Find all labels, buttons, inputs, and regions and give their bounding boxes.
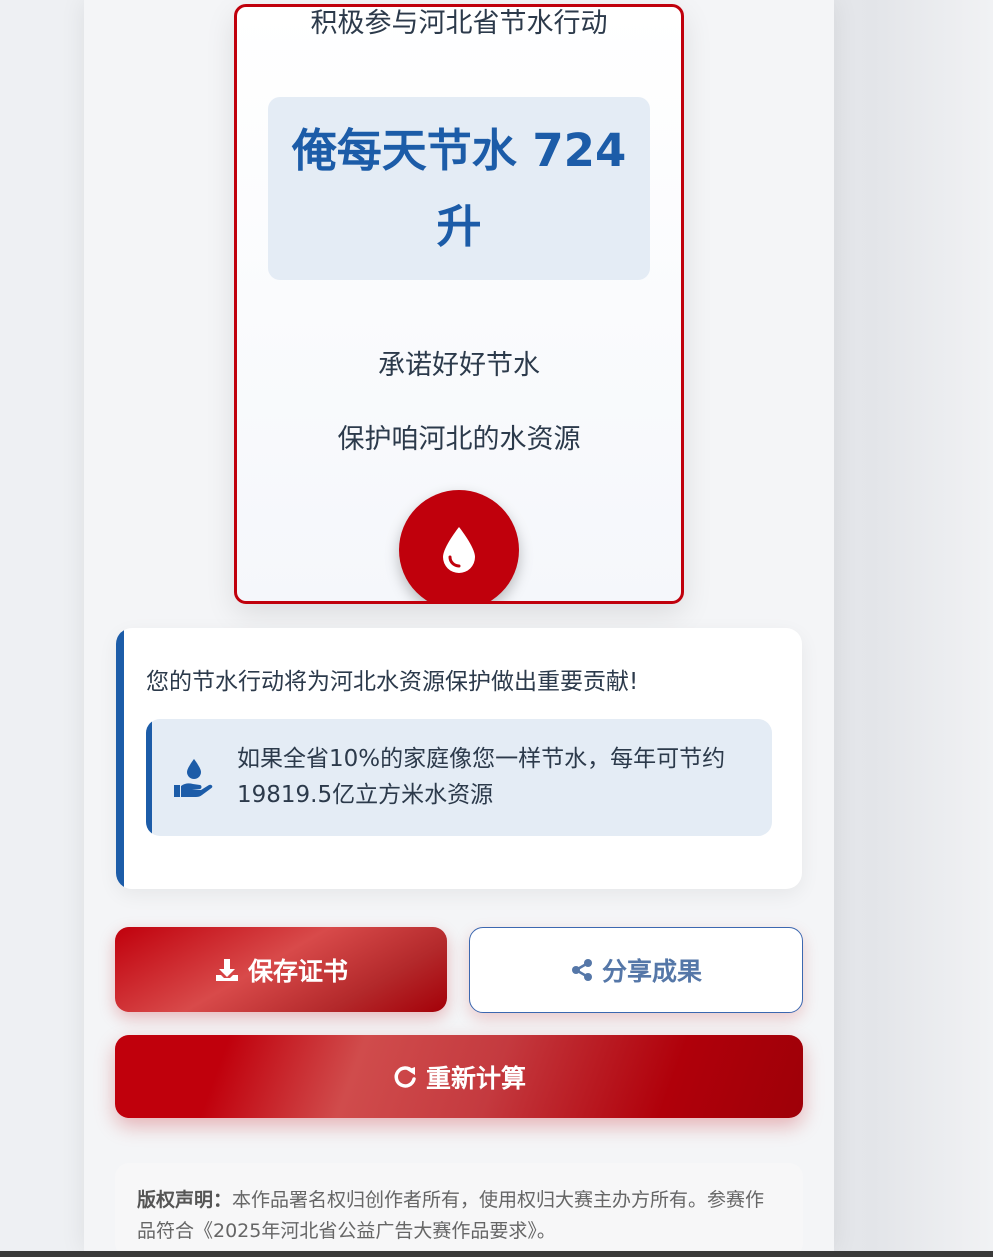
certificate-card: 积极参与河北省节水行动 俺每天节水 724 升 承诺好好节水 保护咱河北的水资源 <box>234 4 684 604</box>
copyright-body: 本作品署名权归创作者所有，使用权归大赛主办方所有。参赛作品符合《2025年河北省… <box>137 1189 765 1242</box>
recalculate-label: 重新计算 <box>425 1063 526 1093</box>
save-certificate-button[interactable]: 保存证书 <box>115 927 447 1012</box>
copyright-label: 版权声明： <box>137 1189 233 1211</box>
redo-icon <box>394 1065 416 1088</box>
save-certificate-label: 保存证书 <box>247 956 348 986</box>
impact-stat-text: 如果全省10%的家庭像您一样节水，每年可节约19819.5亿立方米水资源 <box>237 746 726 808</box>
download-icon <box>215 958 238 981</box>
share-results-button[interactable]: 分享成果 <box>469 927 803 1013</box>
certificate-subtitle: 积极参与河北省节水行动 <box>310 8 608 39</box>
impact-message: 您的节水行动将为河北水资源保护做出重要贡献! <box>146 669 639 695</box>
recalculate-button[interactable]: 重新计算 <box>115 1035 803 1118</box>
impact-card: 您的节水行动将为河北水资源保护做出重要贡献! 如果全省10%的家庭像您一样节水，… <box>116 628 802 889</box>
impact-stat-box: 如果全省10%的家庭像您一样节水，每年可节约19819.5亿立方米水资源 <box>146 719 772 836</box>
water-drop-badge <box>399 490 519 601</box>
share-icon <box>571 959 592 981</box>
water-drop-icon <box>443 527 475 573</box>
copyright-text-block: 版权声明：本作品署名权归创作者所有，使用权归大赛主办方所有。参赛作品符合《202… <box>137 1185 781 1247</box>
hand-holding-water-icon <box>174 759 213 797</box>
pledge-line-2: 保护咱河北的水资源 <box>337 424 581 455</box>
water-saving-amount-box: 俺每天节水 724 升 <box>268 97 650 280</box>
bottom-edge-bar <box>0 1251 993 1257</box>
share-results-label: 分享成果 <box>601 957 702 986</box>
pledge-line-1: 承诺好好节水 <box>378 350 540 381</box>
copyright-notice: 版权声明：本作品署名权归创作者所有，使用权归大赛主办方所有。参赛作品符合《202… <box>115 1163 803 1257</box>
water-saving-amount: 俺每天节水 724 升 <box>291 123 627 253</box>
